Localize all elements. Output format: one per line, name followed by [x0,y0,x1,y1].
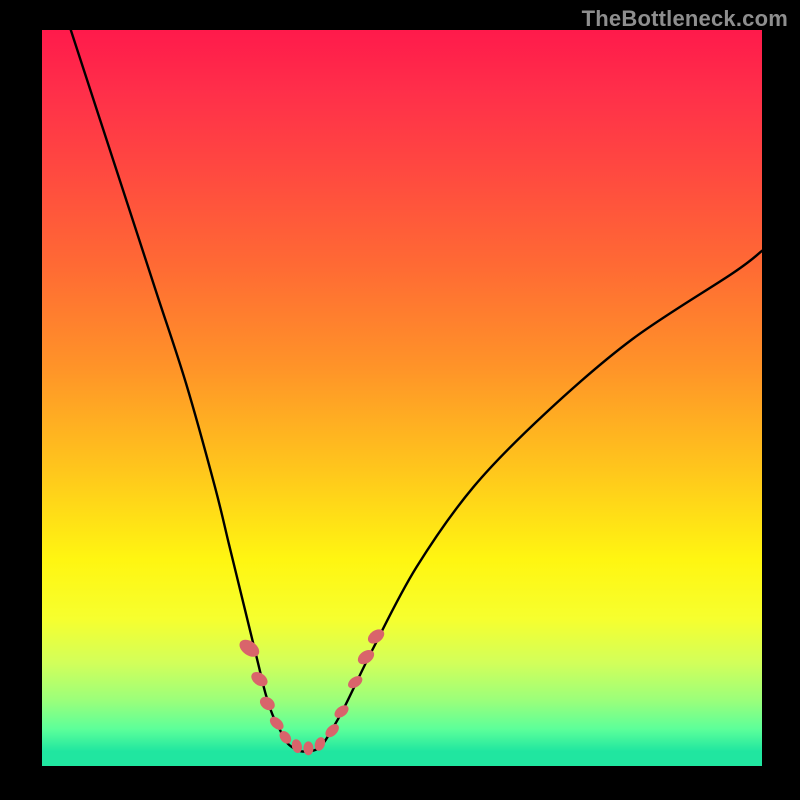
watermark-text: TheBottleneck.com [582,6,788,32]
curve-marker [267,714,286,732]
curve-marker [346,673,365,690]
chart-stage: TheBottleneck.com [0,0,800,800]
bottleneck-curve [71,30,762,752]
curve-marker [236,636,262,660]
plot-area [42,30,762,766]
curve-marker [332,703,351,721]
curve-marker [323,722,341,740]
curve-overlay [42,30,762,766]
curve-marker [303,741,313,755]
curve-markers [236,626,387,755]
